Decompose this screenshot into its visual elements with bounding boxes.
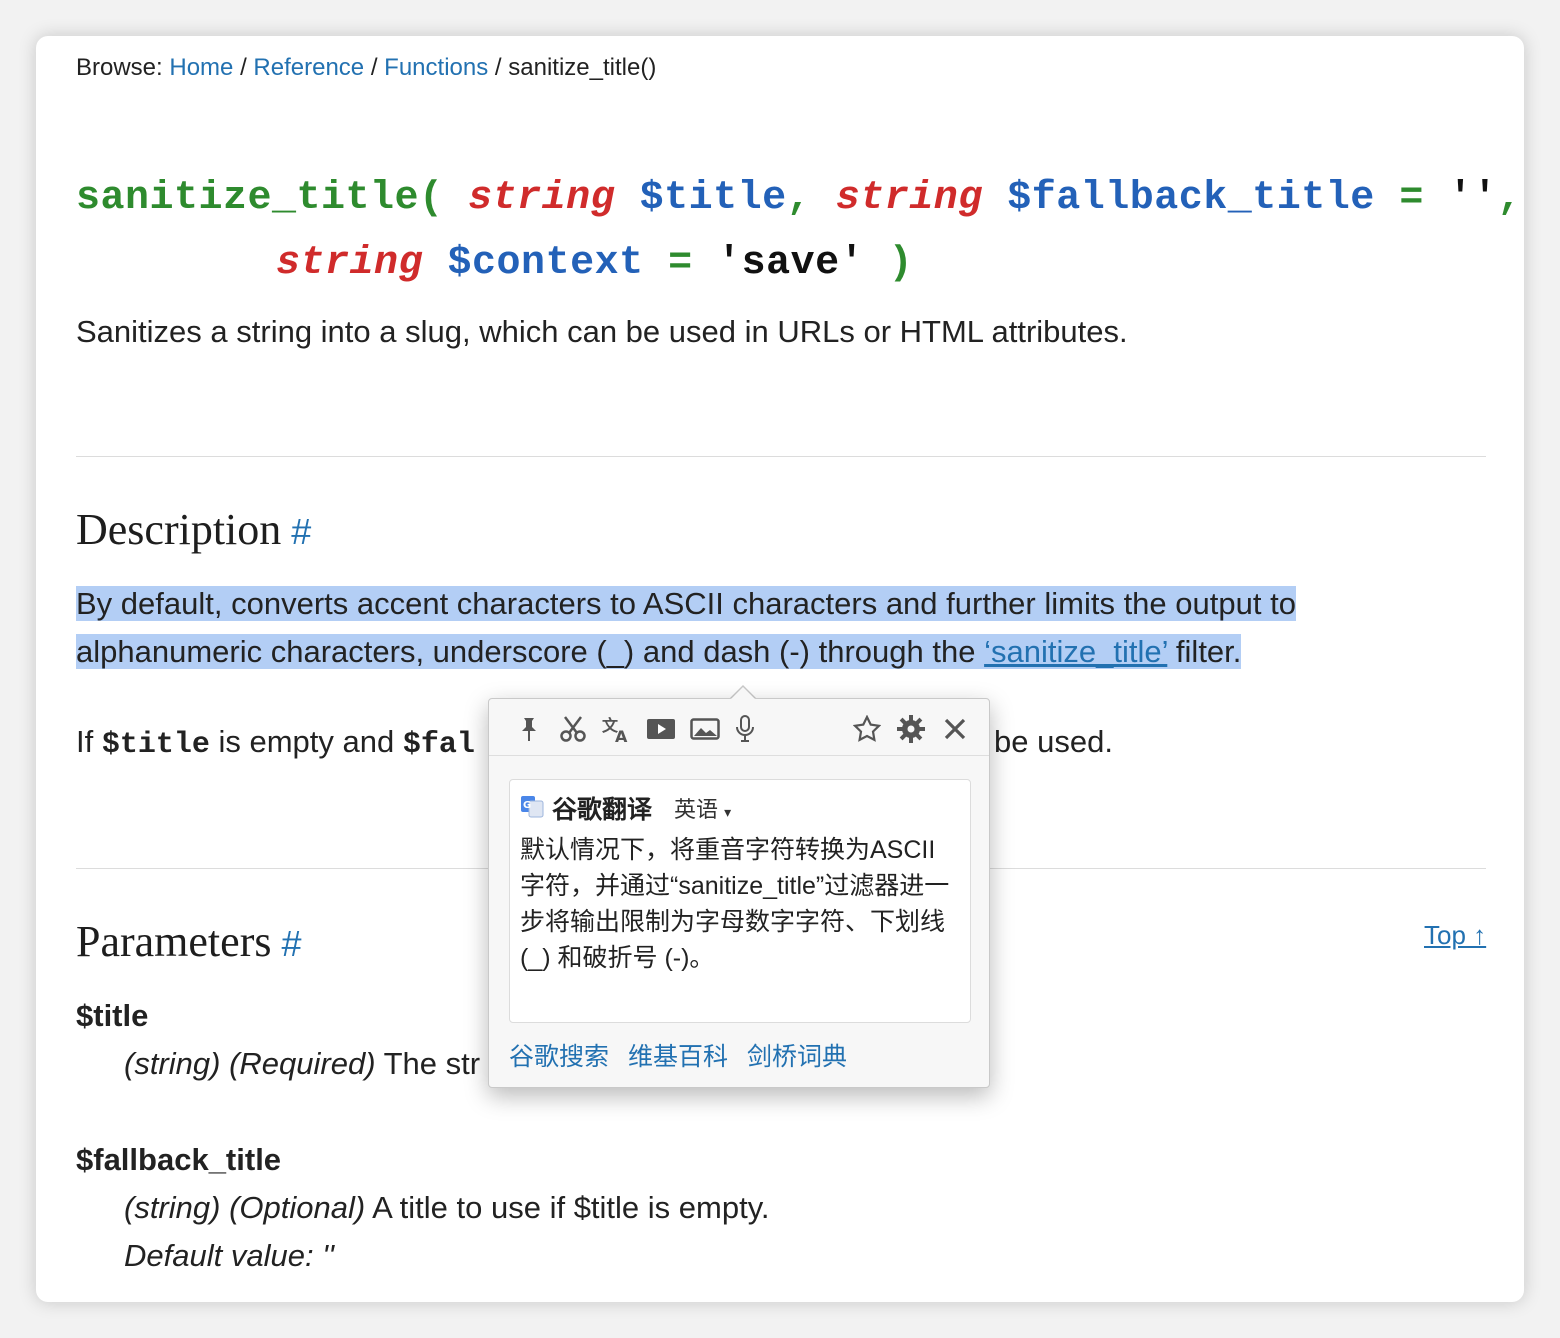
image-icon[interactable] xyxy=(689,713,721,745)
pin-icon[interactable] xyxy=(513,713,545,745)
highlighted-line1: By default, converts accent characters t… xyxy=(76,586,1296,621)
video-icon[interactable] xyxy=(645,713,677,745)
default-value: 'save' xyxy=(717,241,865,286)
divider xyxy=(76,456,1486,457)
popup-links: 谷歌搜索 维基百科 剑桥词典 xyxy=(509,1037,859,1073)
microphone-icon[interactable] xyxy=(729,713,761,745)
caret-down-icon: ▾ xyxy=(724,804,732,820)
parameters-heading: Parameters # xyxy=(76,916,302,967)
breadcrumb-home-link[interactable]: Home xyxy=(169,54,233,81)
description-paragraph2: If $title is empty and $fal xyxy=(76,724,475,762)
close-icon[interactable] xyxy=(939,713,971,745)
param-var: $fallback_title xyxy=(1007,176,1375,221)
popup-arrow-inner xyxy=(731,687,755,699)
breadcrumb-current: sanitize_title() xyxy=(508,54,657,81)
google-search-link[interactable]: 谷歌搜索 xyxy=(509,1043,609,1071)
svg-text:A: A xyxy=(615,727,628,743)
toolbar-divider xyxy=(489,755,989,756)
function-name: sanitize_title( xyxy=(76,176,444,221)
description-heading-text: Description xyxy=(76,505,282,554)
breadcrumb: Browse: Home / Reference / Functions / s… xyxy=(76,54,657,81)
param-var: $context xyxy=(447,241,644,286)
param-type: string xyxy=(835,176,983,221)
parameters-anchor-link[interactable]: # xyxy=(281,923,301,964)
param-fallback-desc: (string) (Optional) A title to use if $t… xyxy=(124,1190,770,1225)
translation-text: 默认情况下，将重音字符转换为ASCII 字符，并通过“sanitize_titl… xyxy=(520,836,950,972)
param-var: $title xyxy=(639,176,787,221)
description-heading: Description # xyxy=(76,504,311,555)
top-link[interactable]: Top ↑ xyxy=(1424,920,1486,951)
param-title-name: $title xyxy=(76,998,149,1033)
equals-sign: = xyxy=(1399,176,1424,221)
code-title: $title xyxy=(101,728,210,762)
translation-card: G 谷歌翻译 英语 ▾ 默认情况下，将重音字符转换为ASCII 字符，并通过“s… xyxy=(509,779,971,1023)
gear-icon[interactable] xyxy=(895,713,927,745)
sanitize-title-filter-link[interactable]: ‘sanitize_title’ xyxy=(984,634,1167,669)
translator-name: 谷歌翻译 xyxy=(552,796,653,824)
highlighted-line2: alphanumeric characters, underscore (_) … xyxy=(76,634,1242,669)
parameters-heading-text: Parameters xyxy=(76,917,272,966)
param-title-desc: (string) (Required) The str xyxy=(124,1046,481,1081)
param-fallback-name: $fallback_title xyxy=(76,1142,282,1177)
translation-popup: 文A G 谷歌翻译 英语 ▾ 默认情况下，将重音字符转换为ASCII 字符，并通… xyxy=(488,698,990,1088)
close-paren: ) xyxy=(888,241,914,286)
translation-card-header: G 谷歌翻译 英语 ▾ xyxy=(520,790,731,826)
function-signature-line2: string $context = 'save' ) xyxy=(276,241,913,286)
svg-text:G: G xyxy=(523,800,531,811)
function-signature-line1: sanitize_title( string $title, string $f… xyxy=(76,176,1522,221)
code-fallback: $fal xyxy=(402,728,475,762)
default-value: '' xyxy=(1448,176,1498,221)
description-anchor-link[interactable]: # xyxy=(291,511,311,552)
cambridge-dictionary-link[interactable]: 剑桥词典 xyxy=(747,1043,847,1071)
param-type: string xyxy=(276,241,424,286)
param-fallback-default: Default value: '' xyxy=(124,1238,335,1273)
description-text: By default, converts accent characters t… xyxy=(76,580,1296,676)
function-summary: Sanitizes a string into a slug, which ca… xyxy=(76,314,1128,349)
wikipedia-link[interactable]: 维基百科 xyxy=(628,1043,728,1071)
language-select[interactable]: 英语 ▾ xyxy=(674,792,731,824)
breadcrumb-reference-link[interactable]: Reference xyxy=(253,54,364,81)
breadcrumb-functions-link[interactable]: Functions xyxy=(384,54,488,81)
google-translate-icon: G xyxy=(520,794,544,823)
description-paragraph2-tail: be used. xyxy=(994,724,1113,759)
breadcrumb-prefix: Browse: xyxy=(76,54,163,81)
translate-icon[interactable]: 文A xyxy=(601,713,633,745)
scissors-icon[interactable] xyxy=(557,713,589,745)
param-type: string xyxy=(468,176,616,221)
browser-window: Browse: Home / Reference / Functions / s… xyxy=(36,36,1524,1302)
equals-sign: = xyxy=(668,241,693,286)
star-icon[interactable] xyxy=(851,713,883,745)
